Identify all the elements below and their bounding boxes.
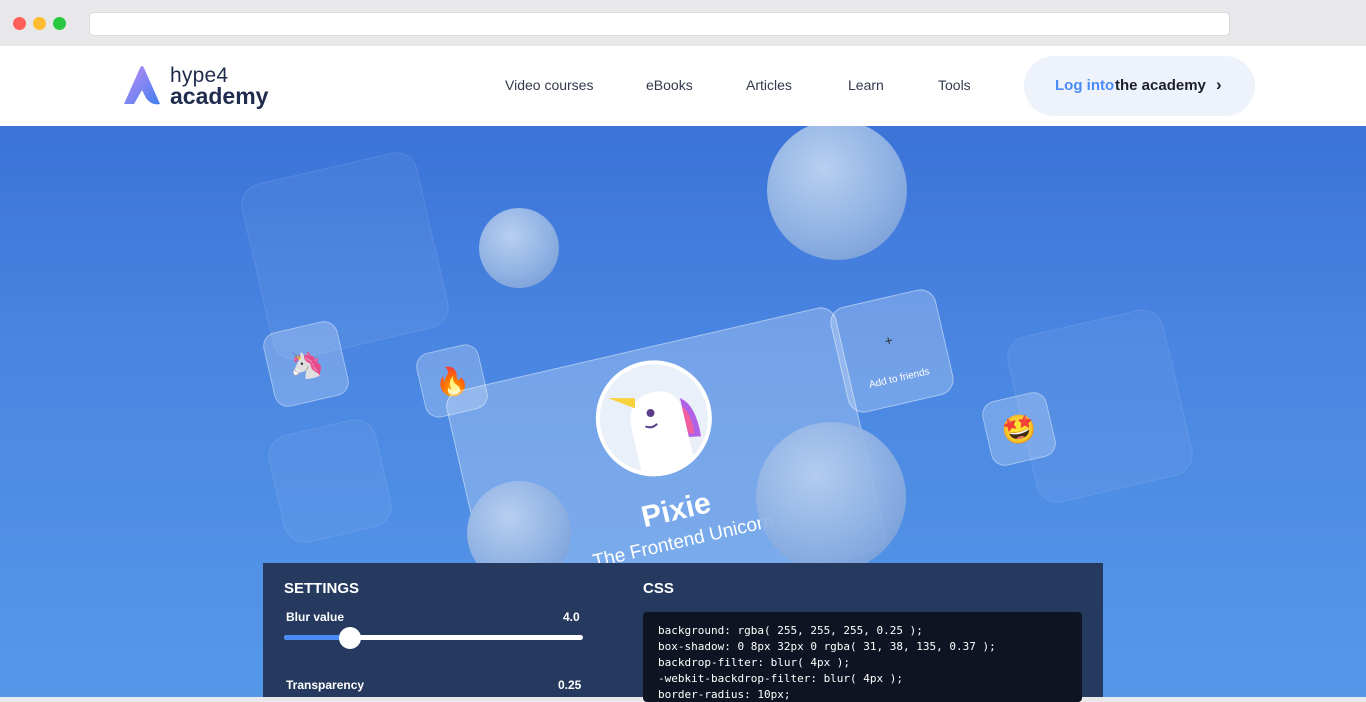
login-label-highlight: Log into	[1055, 77, 1115, 94]
browser-chrome	[0, 0, 1366, 46]
blur-slider[interactable]	[284, 635, 583, 640]
decorative-sphere	[479, 208, 559, 288]
code-line: -webkit-backdrop-filter: blur( 4px );	[658, 672, 904, 685]
nav-video-courses[interactable]: Video courses	[505, 77, 593, 93]
maximize-window-button[interactable]	[53, 17, 66, 30]
unicorn-icon: 🦄	[285, 344, 327, 384]
plus-icon: +	[882, 331, 895, 350]
nav-ebooks[interactable]: eBooks	[646, 77, 693, 93]
chevron-right-icon: ›	[1216, 75, 1222, 94]
code-line: background: rgba( 255, 255, 255, 0.25 );	[658, 624, 923, 637]
minimize-window-button[interactable]	[33, 17, 46, 30]
code-line: backdrop-filter: blur( 4px );	[658, 656, 851, 669]
top-navigation: hype4 academy Video courses eBooks Artic…	[0, 46, 1366, 126]
add-to-friends-label: Add to friends	[868, 366, 931, 391]
nav-tools[interactable]: Tools	[938, 77, 971, 93]
css-code-block[interactable]: background: rgba( 255, 255, 255, 0.25 );…	[643, 612, 1082, 702]
blur-slider-thumb[interactable]	[338, 627, 361, 649]
settings-heading: SETTINGS	[284, 580, 360, 597]
transparency-value: 0.25	[558, 678, 582, 692]
star-eyes-icon: 🤩	[998, 409, 1040, 449]
ghost-card	[264, 415, 396, 547]
login-button[interactable]: Log into the academy ›	[1024, 56, 1255, 116]
hype4-academy-logo[interactable]: hype4 academy	[120, 64, 280, 110]
address-bar[interactable]	[89, 12, 1230, 36]
logo-icon	[124, 66, 160, 105]
unicorn-avatar-icon	[589, 353, 719, 484]
decorative-sphere	[767, 126, 907, 260]
transparency-label: Transparency	[286, 678, 365, 692]
blur-label: Blur value	[286, 610, 345, 624]
avatar	[584, 348, 724, 488]
decorative-sphere	[756, 422, 906, 572]
login-label: the academy	[1115, 77, 1206, 94]
settings-panel: SETTINGS Blur value 4.0 Transparency 0.2…	[263, 563, 1103, 702]
code-line: box-shadow: 0 8px 32px 0 rgba( 31, 38, 1…	[658, 640, 996, 653]
css-heading: CSS	[643, 580, 674, 597]
nav-learn[interactable]: Learn	[848, 77, 884, 93]
code-line: border-radius: 10px;	[658, 688, 791, 701]
close-window-button[interactable]	[13, 17, 26, 30]
blur-value: 4.0	[563, 610, 580, 624]
ghost-card	[237, 148, 453, 364]
logo-text-bottom: academy	[170, 83, 269, 109]
nav-articles[interactable]: Articles	[746, 77, 792, 93]
